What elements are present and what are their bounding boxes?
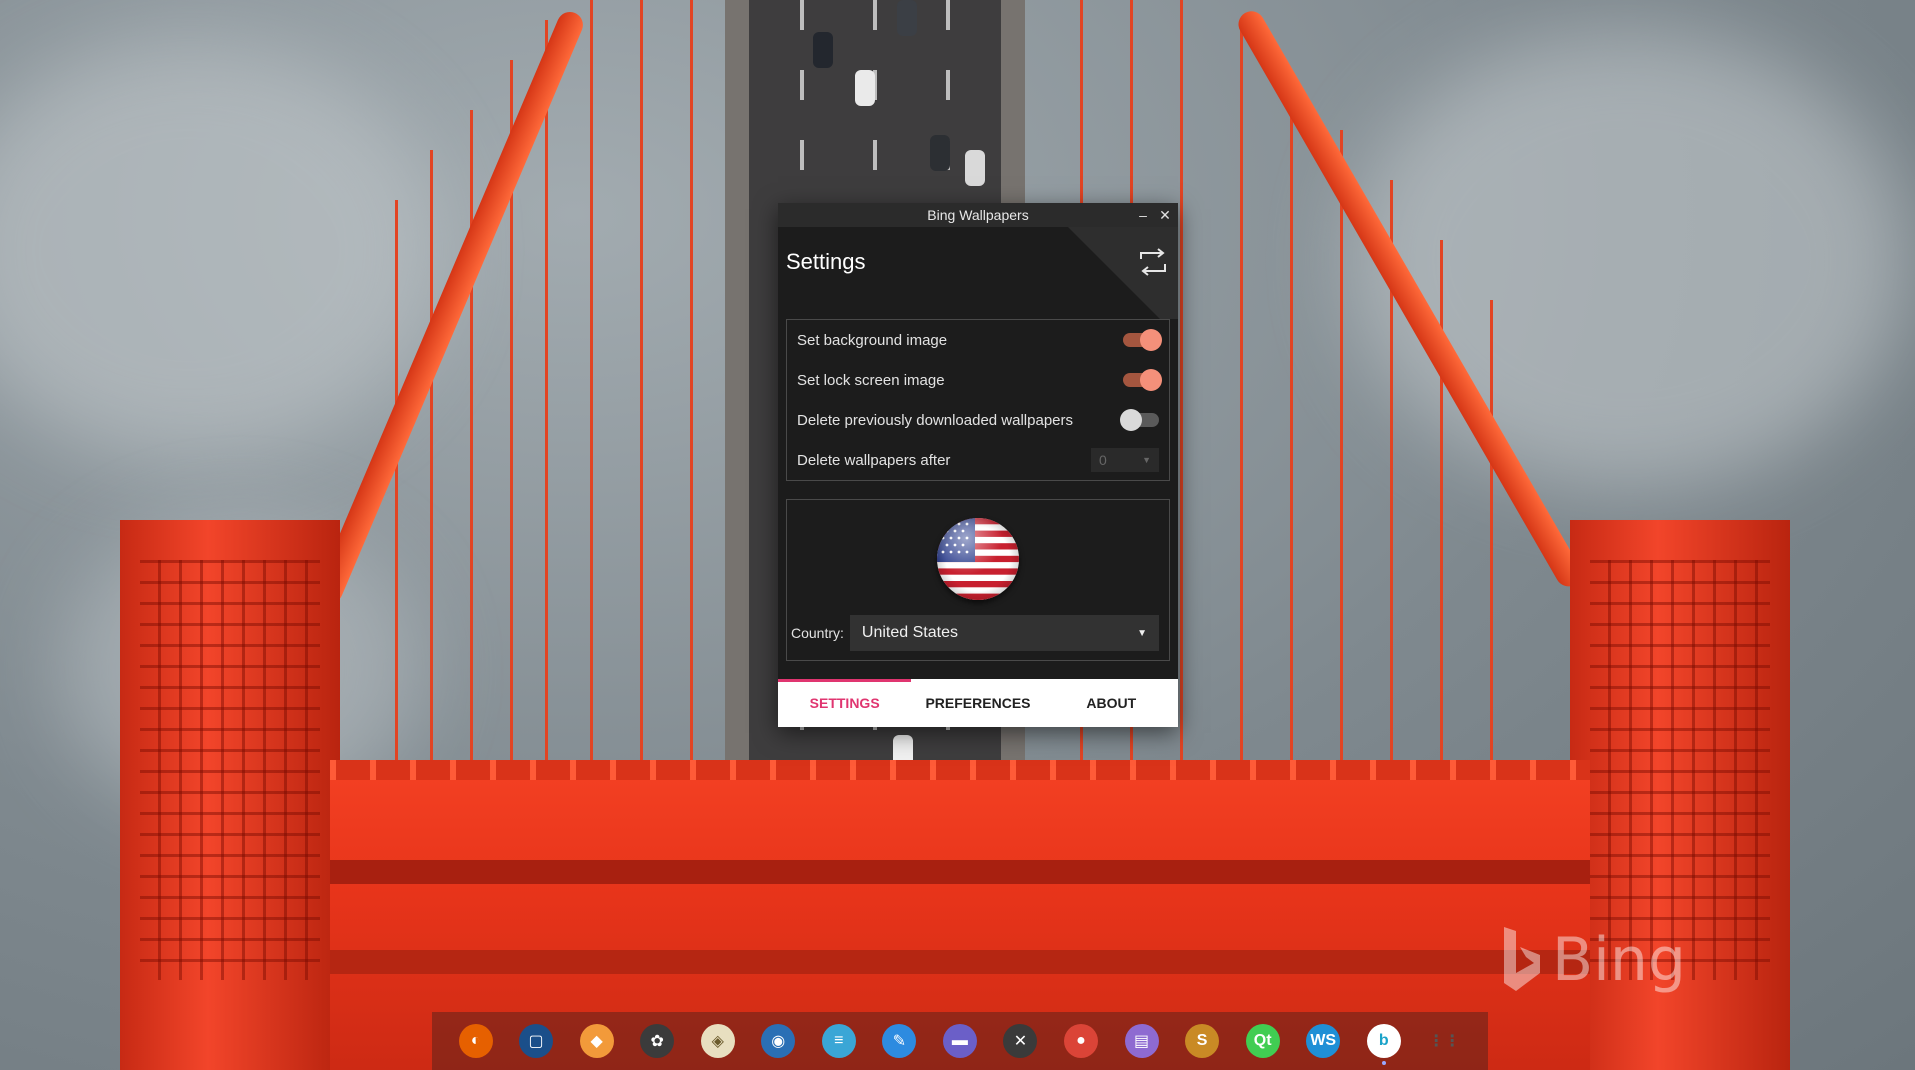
options-panel: Set background image Set lock screen ima… (786, 319, 1170, 481)
set-lockscreen-row: Set lock screen image (787, 360, 1169, 400)
set-lockscreen-label: Set lock screen image (797, 371, 945, 389)
window-titlebar[interactable]: Bing Wallpapers – ✕ (778, 203, 1178, 227)
app-launcher-icon[interactable]: ⋮⋮ (1427, 1024, 1461, 1058)
close-button[interactable]: ✕ (1156, 205, 1174, 225)
chevron-down-icon[interactable]: ▼ (1142, 455, 1151, 465)
color-picker-icon[interactable]: ✿ (640, 1024, 675, 1058)
notes-icon[interactable]: ▤ (1124, 1024, 1159, 1058)
blender-icon[interactable]: ◉ (761, 1024, 796, 1058)
country-label: Country: (791, 625, 844, 641)
set-background-toggle[interactable] (1123, 329, 1162, 351)
files-icon[interactable]: ▬ (942, 1024, 977, 1058)
minimize-button[interactable]: – (1134, 205, 1152, 225)
us-flag-icon (937, 518, 1019, 600)
chevron-down-icon: ▼ (1137, 627, 1147, 639)
bing-logo-icon (1504, 927, 1540, 991)
sublime-icon[interactable]: S (1185, 1024, 1220, 1058)
app-shelf: ◐ ▢ ◆ ✿ ◈ ◉ ≡ ✎ ▬ ✕ ● ▤ S Qt WS b ⋮⋮ (432, 1012, 1488, 1070)
country-panel: Country: United States ▼ (786, 499, 1170, 661)
window-title: Bing Wallpapers (927, 207, 1029, 223)
tab-settings[interactable]: SETTINGS (778, 679, 912, 727)
settings-header: Settings (778, 227, 1178, 319)
tab-preferences[interactable]: PREFERENCES (911, 679, 1044, 727)
set-lockscreen-toggle[interactable] (1123, 369, 1162, 391)
delete-previous-toggle[interactable] (1120, 409, 1159, 431)
sync-arrows-icon[interactable] (1138, 247, 1168, 277)
running-indicator (1381, 1061, 1386, 1065)
bing-watermark: Bing (1500, 925, 1686, 995)
bottom-tab-bar: SETTINGS PREFERENCES ABOUT (778, 679, 1178, 727)
tab-about[interactable]: ABOUT (1045, 679, 1178, 727)
fox-app-icon[interactable]: ◆ (579, 1024, 614, 1058)
chrome-icon[interactable]: ● (1064, 1024, 1099, 1058)
docs-icon[interactable]: ≡ (821, 1024, 856, 1058)
bing-watermark-text: Bing (1552, 925, 1686, 995)
set-background-label: Set background image (797, 331, 948, 349)
delete-previous-label: Delete previously downloaded wallpapers (797, 411, 1073, 429)
inkscape-icon[interactable]: ◈ (700, 1024, 735, 1058)
delete-after-value: 0 (1099, 452, 1107, 468)
delete-after-label: Delete wallpapers after (797, 451, 951, 469)
bing-wallpapers-window: Bing Wallpapers – ✕ Settings Set backgro… (778, 203, 1178, 727)
delete-after-row: Delete wallpapers after 0 ▼ (787, 440, 1169, 480)
country-dropdown[interactable]: United States ▼ (849, 615, 1159, 651)
tools-icon[interactable]: ✕ (1003, 1024, 1038, 1058)
bing-wallpapers-icon[interactable]: b (1366, 1024, 1401, 1065)
set-background-row: Set background image (787, 320, 1169, 360)
firefox-icon[interactable]: ◐ (458, 1024, 493, 1058)
delete-after-spinbox[interactable]: 0 ▼ (1091, 448, 1159, 472)
virtualbox-icon[interactable]: ▢ (519, 1024, 554, 1058)
delete-previous-row: Delete previously downloaded wallpapers (787, 400, 1169, 440)
country-selected-value: United States (861, 624, 958, 641)
country-row: Country: United States ▼ (791, 615, 1159, 651)
page-title: Settings (786, 249, 866, 274)
feather-icon[interactable]: ✎ (882, 1024, 917, 1058)
qt-icon[interactable]: Qt (1245, 1024, 1280, 1058)
webstorm-icon[interactable]: WS (1306, 1024, 1341, 1058)
